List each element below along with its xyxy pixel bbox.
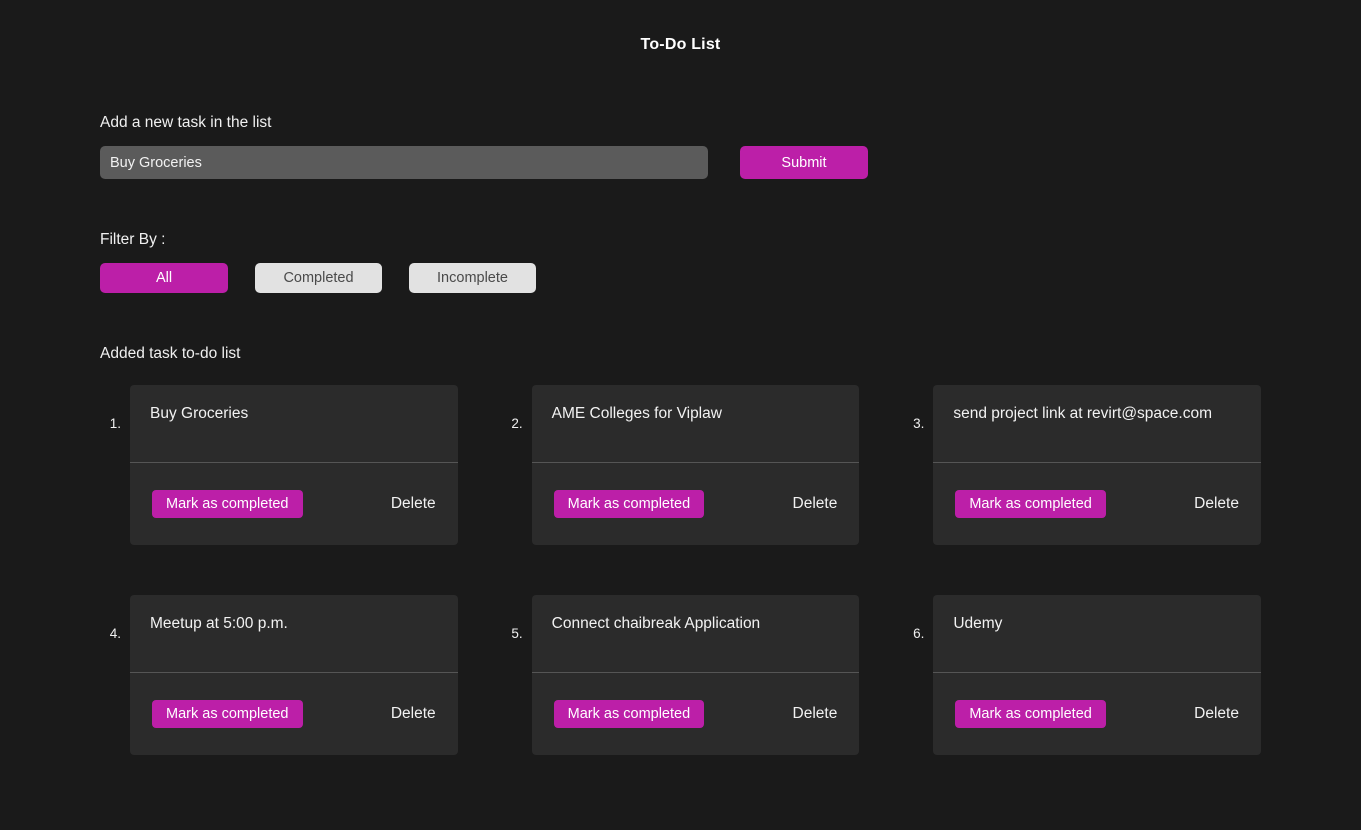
task-card-body: Meetup at 5:00 p.m. (130, 595, 458, 673)
task-card: AME Colleges for Viplaw Mark as complete… (531, 385, 860, 545)
filter-button-group: All Completed Incomplete (100, 263, 1261, 293)
filter-button-all[interactable]: All (100, 263, 228, 293)
page-title: To-Do List (640, 36, 721, 53)
task-card-actions: Mark as completed Delete (130, 463, 458, 545)
mark-as-completed-button[interactable]: Mark as completed (553, 700, 705, 728)
delete-button[interactable]: Delete (391, 705, 436, 723)
list-item: 4. Meetup at 5:00 p.m. Mark as completed… (100, 595, 458, 755)
task-grid: 1. Buy Groceries Mark as completed Delet… (100, 385, 1261, 755)
task-card: Udemy Mark as completed Delete (933, 595, 1261, 755)
filter-section: Filter By : All Completed Incomplete (100, 231, 1261, 293)
task-card-body: Connect chaibreak Application (531, 595, 860, 673)
list-item: 1. Buy Groceries Mark as completed Delet… (100, 385, 458, 545)
delete-button[interactable]: Delete (793, 705, 838, 723)
task-card: Meetup at 5:00 p.m. Mark as completed De… (130, 595, 458, 755)
mark-as-completed-button[interactable]: Mark as completed (152, 490, 303, 518)
task-card: send project link at revirt@space.com Ma… (933, 385, 1261, 545)
task-card-body: AME Colleges for Viplaw (531, 385, 860, 463)
mark-as-completed-button[interactable]: Mark as completed (955, 700, 1106, 728)
task-index: 1. (109, 416, 121, 431)
task-title: Connect chaibreak Application (551, 615, 761, 632)
task-title: Udemy (953, 615, 1003, 632)
delete-button[interactable]: Delete (1194, 495, 1239, 513)
task-card-actions: Mark as completed Delete (933, 673, 1261, 755)
list-item: 2. AME Colleges for Viplaw Mark as compl… (502, 385, 860, 545)
filter-button-incomplete[interactable]: Incomplete (409, 263, 536, 293)
add-task-section: Add a new task in the list Submit (100, 114, 1261, 179)
mark-as-completed-button[interactable]: Mark as completed (152, 700, 303, 728)
task-index: 2. (511, 416, 523, 431)
list-item: 3. send project link at revirt@space.com… (903, 385, 1261, 545)
list-item: 5. Connect chaibreak Application Mark as… (502, 595, 860, 755)
add-task-row: Submit (100, 146, 1261, 179)
task-title: send project link at revirt@space.com (953, 405, 1212, 422)
submit-button[interactable]: Submit (740, 146, 868, 179)
mark-as-completed-button[interactable]: Mark as completed (553, 490, 705, 518)
filter-button-completed[interactable]: Completed (255, 263, 382, 293)
task-index: 4. (109, 626, 121, 641)
task-card-body: send project link at revirt@space.com (933, 385, 1261, 463)
task-list-heading: Added task to-do list (100, 345, 241, 362)
delete-button[interactable]: Delete (391, 495, 436, 513)
mark-as-completed-button[interactable]: Mark as completed (955, 490, 1106, 518)
task-title: Buy Groceries (150, 405, 249, 422)
task-card: Buy Groceries Mark as completed Delete (130, 385, 458, 545)
task-card: Connect chaibreak Application Mark as co… (531, 595, 860, 755)
delete-button[interactable]: Delete (793, 495, 838, 513)
task-title: AME Colleges for Viplaw (551, 405, 722, 422)
task-card-actions: Mark as completed Delete (532, 673, 860, 755)
task-card-actions: Mark as completed Delete (532, 463, 860, 545)
task-list-section: Added task to-do list 1. Buy Groceries M… (100, 345, 1261, 755)
add-task-label: Add a new task in the list (100, 114, 272, 131)
list-item: 6. Udemy Mark as completed Delete (903, 595, 1261, 755)
task-card-body: Buy Groceries (130, 385, 458, 463)
task-card-body: Udemy (933, 595, 1261, 673)
new-task-input[interactable] (100, 146, 708, 179)
task-index: 3. (913, 416, 925, 431)
filter-label: Filter By : (100, 231, 166, 248)
todo-app-page: To-Do List Add a new task in the list Su… (0, 0, 1361, 830)
task-index: 5. (511, 626, 523, 641)
task-title: Meetup at 5:00 p.m. (150, 615, 288, 632)
task-card-actions: Mark as completed Delete (933, 463, 1261, 545)
page-content: Add a new task in the list Submit Filter… (0, 114, 1361, 755)
delete-button[interactable]: Delete (1194, 705, 1239, 723)
task-index: 6. (913, 626, 925, 641)
task-card-actions: Mark as completed Delete (130, 673, 458, 755)
